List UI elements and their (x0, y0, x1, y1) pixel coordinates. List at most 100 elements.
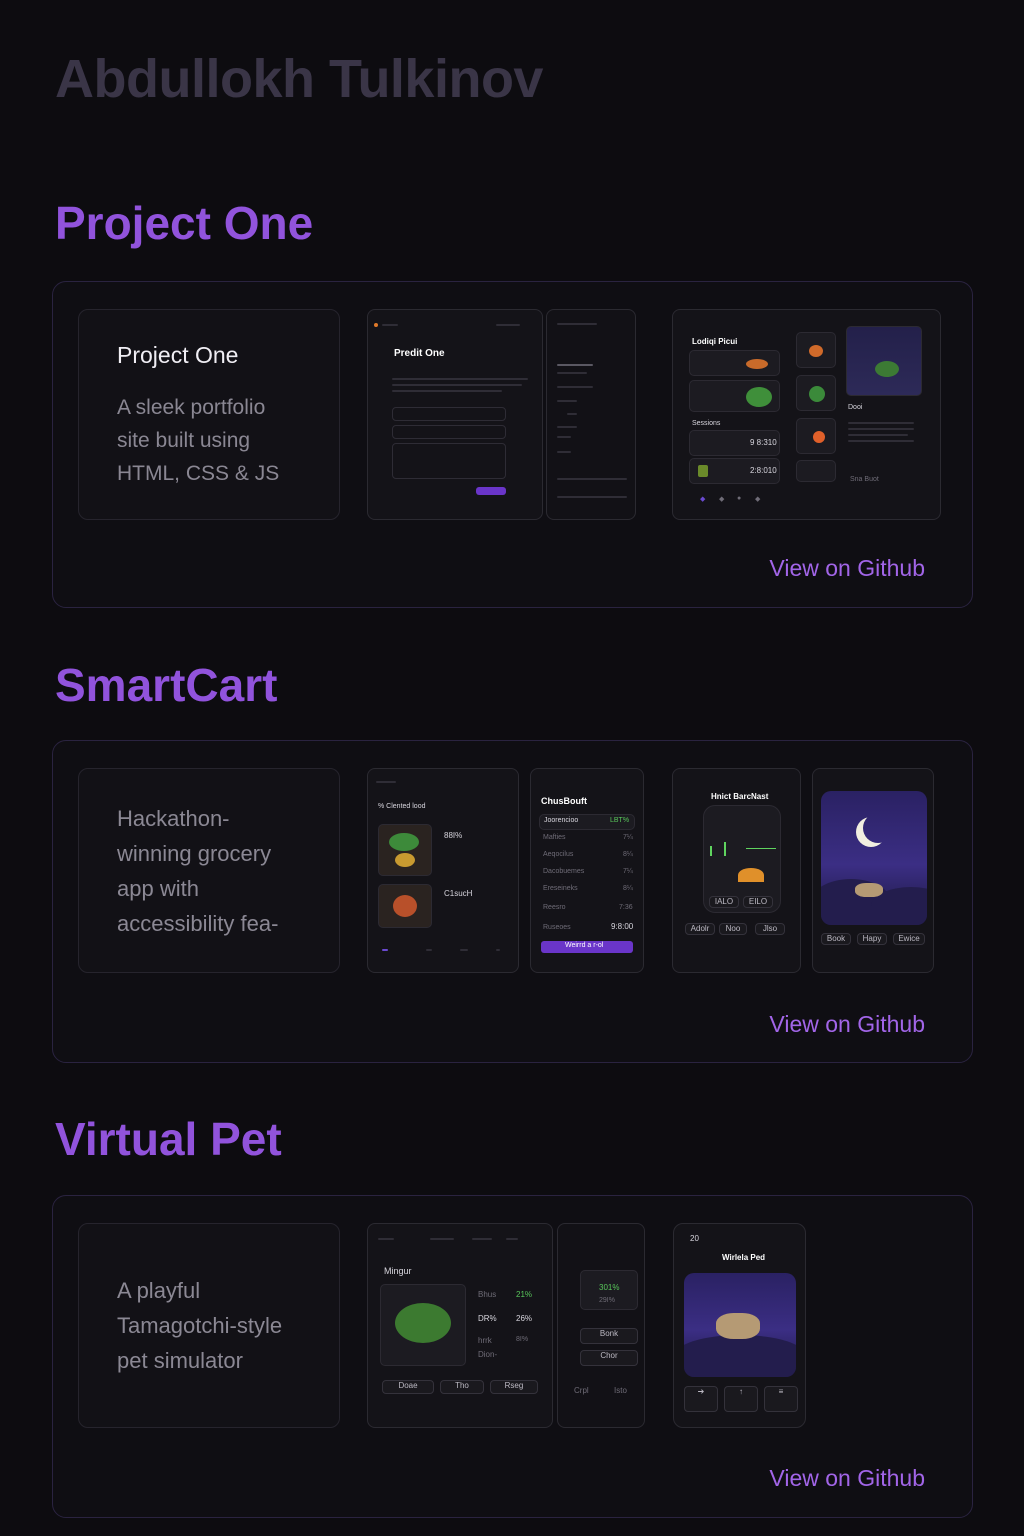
pet-action-button[interactable]: Book (821, 933, 851, 945)
view-on-github-link[interactable]: View on Github (769, 1011, 925, 1038)
pet-action-button[interactable]: Ewice (893, 933, 925, 945)
side-button[interactable]: Chor (580, 1350, 638, 1366)
dashboard-tile[interactable] (689, 350, 780, 376)
product-value: 88I% (444, 831, 463, 840)
checkout-row-value: LBT% (610, 817, 630, 824)
pet-action-button[interactable]: Rseg (490, 1380, 538, 1394)
list-title: % Clented lood (378, 803, 426, 810)
stat-label: Bhus (478, 1290, 497, 1299)
project-screenshot-contact[interactable]: Predit One (367, 309, 543, 520)
checkout-row-value: 7:36 (619, 904, 633, 911)
owner-name: Abdullokh Tulkinov (55, 49, 543, 109)
checkout-row-value: 8¼ (623, 851, 633, 858)
stats-tile: 301% 29I% (580, 1270, 638, 1310)
virtualpet-screenshot-dashboard[interactable]: Mingur Bhus 21% DR% 26% hrrk 8I% Dion- D… (367, 1223, 553, 1428)
project-description-box: Project One A sleek portfolio site built… (78, 309, 340, 520)
product-image[interactable] (378, 824, 432, 876)
checkout-button[interactable]: Weirrd a r-ol (541, 941, 633, 953)
barcode-action-button[interactable]: Adolr (685, 923, 715, 935)
dashboard-thumb[interactable] (796, 375, 836, 411)
view-on-github-link[interactable]: View on Github (769, 1465, 925, 1492)
checkout-row-label: Joorencioo (544, 817, 579, 824)
dog-icon (855, 883, 883, 897)
checkout-row-label: Aeqocilus (543, 851, 574, 858)
chip[interactable]: IALO (709, 896, 739, 908)
message-field[interactable] (392, 443, 506, 479)
dashboard-row[interactable]: 2:8:010 (689, 458, 780, 484)
stat-label: DR% (478, 1314, 497, 1323)
stat-label: Dion- (478, 1350, 498, 1359)
project-title-smartcart: SmartCart (55, 659, 278, 711)
name-field[interactable] (392, 407, 506, 421)
stat-value: 26% (516, 1314, 533, 1323)
nav-icon[interactable]: ◆ (755, 495, 760, 503)
dashboard-row[interactable]: 9 8:310 (689, 430, 780, 456)
dashboard-title: Lodiqi Picui (692, 337, 738, 346)
preview-button[interactable]: Sna Buot (850, 476, 879, 483)
pet-action-button[interactable]: Tho (440, 1380, 484, 1394)
product-image[interactable] (378, 884, 432, 928)
project-card-heading: Project One (117, 342, 239, 368)
project-description: A playful Tamagotchi-style pet simulator (117, 1278, 283, 1373)
checkout-row-label: Reesro (543, 904, 566, 911)
stat-value: 301% (599, 1283, 620, 1292)
product-value: C1sucH (444, 889, 473, 898)
checkout-row-value: 7¼ (623, 834, 633, 841)
project-screenshot-dashboard[interactable]: Lodiqi Picui Sessions 9 8:310 2:8:010 Do… (672, 309, 941, 520)
dashboard-thumb[interactable] (796, 418, 836, 454)
project-description-box: A playful Tamagotchi-style pet simulator (78, 1223, 340, 1428)
row-value: 2:8:010 (750, 466, 777, 475)
chip[interactable]: EILO (743, 896, 773, 908)
checkout-button-label: Weirrd a r-ol (565, 942, 604, 949)
checkout-row-value: 8¼ (623, 885, 633, 892)
dashboard-tile[interactable] (689, 380, 780, 412)
nav-icon[interactable]: ◆ (700, 495, 705, 503)
project-card-virtual-pet: A playful Tamagotchi-style pet simulator… (52, 1195, 973, 1518)
checkout-row-value: 9:8:00 (611, 922, 634, 931)
phone-title: Wirlela Ped (722, 1253, 766, 1262)
pet-action-button[interactable]: Doae (382, 1380, 434, 1394)
smartcart-screenshot-barcode[interactable]: Hnict BarcNast IALO EILO Adolr Noo Jlso (672, 768, 801, 973)
logo-icon (374, 323, 378, 327)
smartcart-screenshot-list[interactable]: % Clented lood 88I% C1sucH (367, 768, 519, 973)
pet-image (380, 1284, 466, 1366)
project-screenshot-list[interactable] (546, 309, 636, 520)
view-on-github-link[interactable]: View on Github (769, 555, 925, 582)
dashboard-preview (846, 326, 922, 396)
dashboard-section-label: Sessions (692, 420, 721, 427)
side-footer-label: Crpl (574, 1386, 589, 1395)
pet-name: Mingur (384, 1266, 412, 1276)
smartcart-screenshot-checkout[interactable]: ChusBouft Joorencioo LBT% Mafties 7¼ Aeq… (530, 768, 644, 973)
smartcart-screenshot-pet[interactable]: Book Hapy Ewice (812, 768, 934, 973)
project-description: A sleek portfolio site built using HTML,… (117, 396, 280, 485)
dashboard-thumb[interactable] (796, 332, 836, 368)
stat-value: 21% (516, 1290, 533, 1299)
project-card-smartcart: Hackathon-winning grocery app with acces… (52, 740, 973, 1063)
nav-icon[interactable]: ● (737, 495, 741, 502)
play-icon[interactable]: ↑ (724, 1386, 758, 1412)
project-card-project-one: Project One A sleek portfolio site built… (52, 281, 973, 608)
checkout-row-label: Mafties (543, 834, 566, 841)
barcode-title: Hnict BarcNast (711, 792, 769, 801)
row-value: 9 8:310 (750, 438, 777, 447)
stat-value: 8I% (516, 1336, 529, 1343)
pet-action-button[interactable]: Hapy (857, 933, 887, 945)
dashboard-thumb[interactable] (796, 460, 836, 482)
side-button[interactable]: Bonk (580, 1328, 638, 1344)
checkout-row-label: Ruseoes (543, 924, 571, 931)
virtualpet-screenshot-phone[interactable]: 20 Wirlela Ped ➔ ↑ ≡ (673, 1223, 806, 1428)
moon-icon (863, 813, 893, 843)
pet-scene (684, 1273, 796, 1377)
email-field[interactable] (392, 425, 506, 439)
checkout-row-highlight[interactable]: Joorencioo LBT% (539, 814, 635, 830)
virtualpet-screenshot-stats[interactable]: 301% 29I% Bonk Chor Crpl Isto (557, 1223, 645, 1428)
barcode-action-button[interactable]: Noo (719, 923, 747, 935)
checkout-row-value: 7¼ (623, 868, 633, 875)
feed-icon[interactable]: ➔ (684, 1386, 718, 1412)
nav-icon[interactable]: ◆ (719, 495, 724, 503)
checkout-row-label: Ereseineks (543, 885, 578, 892)
barcode-action-button[interactable]: Jlso (755, 923, 785, 935)
menu-icon[interactable]: ≡ (764, 1386, 798, 1412)
send-button[interactable] (476, 487, 506, 495)
dog-icon (716, 1313, 760, 1339)
